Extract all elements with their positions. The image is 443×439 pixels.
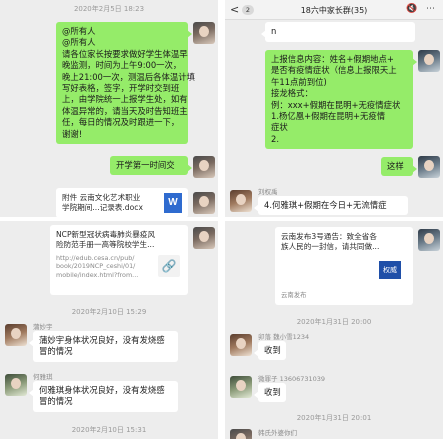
card-title: 云南发布3号通告：致全省各: [281, 232, 377, 241]
avatar[interactable]: [230, 334, 252, 356]
notice-line: 请各位家长按要求做好学生体温早: [62, 48, 188, 59]
message-bubble[interactable]: 何雅琪身体状况良好，没有发烧感 冒的情况: [29, 381, 178, 412]
card-title: 族人民的一封信，请共同做...: [281, 242, 380, 252]
timestamp: 2020年2月10日 15:29: [71, 308, 147, 316]
info-line: 午11点前到位): [271, 76, 327, 87]
message-text: 冒的情况: [39, 396, 73, 407]
avatar[interactable]: [230, 429, 252, 439]
info-line: 接龙格式：: [271, 88, 313, 99]
timestamp: 2020年1月31日 20:00: [296, 318, 372, 326]
avatar[interactable]: [230, 376, 252, 398]
notice-line: 谢谢!: [62, 128, 83, 139]
message-text: 开学第一时间交: [116, 160, 175, 170]
message-bubble[interactable]: 收到: [254, 383, 286, 403]
avatar[interactable]: [230, 190, 252, 212]
avatar[interactable]: [193, 192, 215, 214]
info-line: 是否有疫情症状（信息上报限天上: [271, 65, 397, 76]
avatar[interactable]: [418, 229, 440, 251]
avatar[interactable]: [418, 156, 440, 178]
avatar[interactable]: [193, 156, 215, 178]
reply-bubble[interactable]: 这样: [381, 157, 417, 177]
chat-panel-top-right: < 2 18六中家长群(35) 🔇 ⋯ n 上报信息内容：姓名+假期地点+ 是否…: [225, 0, 443, 217]
link-icon: 🔗: [158, 255, 180, 277]
avatar[interactable]: [193, 22, 215, 44]
chat-panel-top-left: 2020年2月5日 18:23 @所有人 @所有人 请各位家长按要求做好学生体温…: [0, 0, 218, 217]
card-source: 云南发布: [281, 291, 307, 299]
message-text: n: [271, 26, 277, 36]
logo: 权威: [379, 261, 401, 279]
notice-line: 体温异常的，请当天及时告知班主: [62, 105, 188, 116]
info-line: 2.: [271, 133, 279, 144]
info-line: 例：xxx+假期在昆明+无疫情症状: [271, 99, 401, 110]
message-bubble[interactable]: n: [261, 22, 415, 42]
link-title: 险防范手册一高等院校学生...: [56, 240, 155, 250]
notice-line: @所有人: [62, 26, 96, 36]
notice-line: 晚上21:00一次，测温后各体温计填: [62, 71, 196, 82]
message-bubble[interactable]: 收到: [254, 341, 286, 361]
sender-name: 何雅琪: [33, 373, 53, 381]
notice-line: 任，每日的情况及时跟进一下，: [62, 117, 180, 128]
timestamp: 2020年1月31日 20:01: [296, 414, 372, 422]
more-icon[interactable]: ⋯: [426, 4, 435, 14]
notice-line: @所有人: [62, 37, 96, 48]
chat-header: < 2 18六中家长群(35) 🔇 ⋯: [225, 0, 443, 20]
file-card[interactable]: 附件 云南文化艺术职业 学院期间...记录表.docx W: [56, 188, 188, 217]
info-line: 上报信息内容：姓名+假期地点+: [271, 54, 394, 64]
notice-line: 写好表格，签字，开学时交到班: [62, 83, 180, 94]
sender-name: 刘权禹: [258, 188, 278, 196]
message-text: 蒲妙宇身体状况良好，没有发烧感: [39, 335, 165, 345]
timestamp: 2020年2月10日 15:31: [71, 426, 147, 434]
message-text: 这样: [387, 161, 404, 171]
link-title: NCP新型冠状病毒肺炎暴疫风: [56, 230, 156, 239]
sender-name: 蒲妙宇: [33, 323, 53, 331]
avatar[interactable]: [5, 324, 27, 346]
notice-line: 上，由学院统一上报学生处，如有: [62, 94, 188, 105]
mute-icon[interactable]: 🔇: [406, 4, 417, 14]
message-text: 何雅琪身体状况良好，没有发烧感: [39, 385, 165, 395]
message-bubble[interactable]: 开学第一时间交: [110, 156, 192, 176]
notice-bubble[interactable]: @所有人 @所有人 请各位家长按要求做好学生体温早 晚监测，时间为上午9:00一…: [56, 22, 196, 145]
info-bubble[interactable]: 上报信息内容：姓名+假期地点+ 是否有疫情症状（信息上报限天上 午11点前到位)…: [265, 50, 417, 150]
notice-line: 晚监测，时间为上午9:00一次，: [62, 60, 182, 71]
avatar[interactable]: [193, 227, 215, 249]
sender-name: 微罪子 13606731039: [258, 375, 326, 383]
sender-name: 卯落 魏小雪1234: [258, 333, 310, 341]
message-bubble[interactable]: 蒲妙宇身体状况良好，没有发烧感 冒的情况: [29, 331, 178, 362]
message-text: 收到: [264, 345, 281, 355]
avatar[interactable]: [418, 50, 440, 72]
message-text: 收到: [264, 387, 281, 397]
info-line: 症状: [271, 122, 288, 133]
avatar[interactable]: [5, 374, 27, 396]
message-text: 冒的情况: [39, 346, 73, 357]
timestamp: 2020年2月5日 18:23: [73, 5, 145, 13]
message-text: 4.何雅琪+假期在今日+无流情症: [264, 200, 387, 210]
news-card[interactable]: 云南发布3号通告：致全省各 族人民的一封信，请共同做... 权威 云南发布: [275, 227, 413, 305]
word-file-icon: W: [164, 193, 182, 213]
chat-panel-bottom-left: NCP新型冠状病毒肺炎暴疫风 险防范手册一高等院校学生... http://ed…: [0, 221, 218, 439]
sender-name: 韩氏外婆你们: [258, 429, 297, 437]
chat-panel-bottom-right: 云南发布3号通告：致全省各 族人民的一封信，请共同做... 权威 云南发布 20…: [225, 221, 443, 439]
message-bubble[interactable]: 4.何雅琪+假期在今日+无流情症: [254, 196, 408, 216]
link-card[interactable]: NCP新型冠状病毒肺炎暴疫风 险防范手册一高等院校学生... http://ed…: [50, 225, 188, 295]
info-line: 1.杨亿凰+假期在昆明+无疫情: [271, 111, 386, 122]
